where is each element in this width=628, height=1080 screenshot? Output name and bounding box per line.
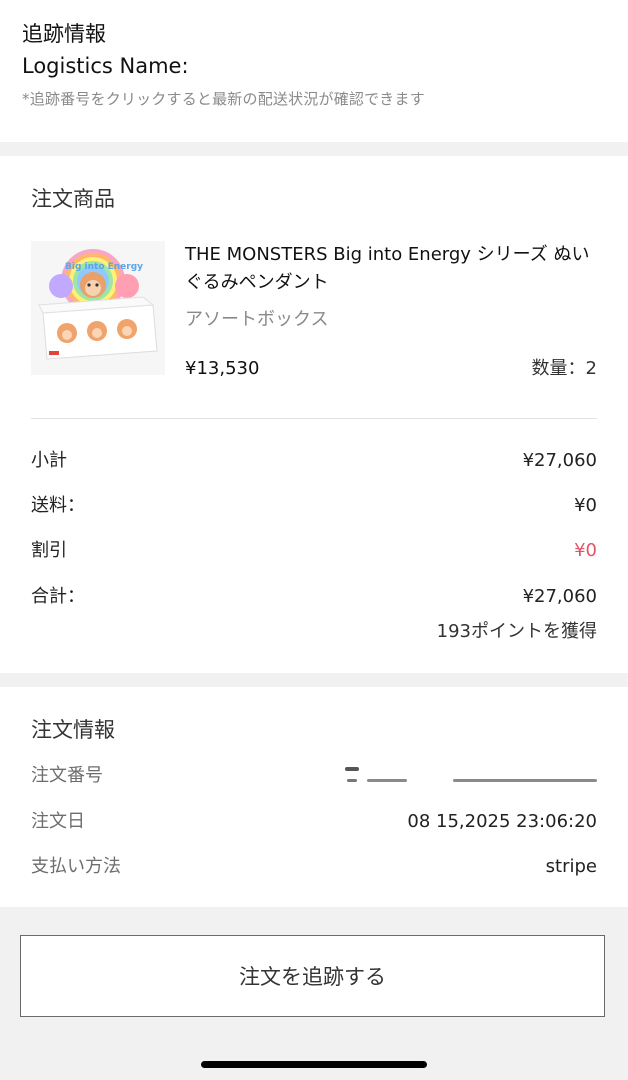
subtotal-value: ¥27,060 bbox=[522, 450, 597, 471]
shipping-value: ¥0 bbox=[574, 495, 597, 516]
summary-divider bbox=[31, 418, 597, 419]
tracking-title: 追跡情報 bbox=[22, 22, 106, 46]
order-date-row: 注文日 08 15,2025 23:06:20 bbox=[31, 808, 597, 836]
discount-label: 割引 bbox=[31, 540, 67, 561]
shipping-row: 送料： ¥0 bbox=[31, 492, 597, 520]
product-quantity: 数量：2 bbox=[531, 358, 597, 379]
products-section-title: 注文商品 bbox=[31, 187, 115, 211]
total-row: 合計： ¥27,060 bbox=[31, 583, 597, 611]
subtotal-label: 小計 bbox=[31, 450, 67, 471]
discount-row: 割引 ¥0 bbox=[31, 537, 597, 565]
product-thumbnail[interactable]: Big into Energy bbox=[31, 241, 165, 375]
product-price: ¥13,530 bbox=[185, 358, 260, 379]
logistics-name-label: Logistics Name: bbox=[22, 54, 189, 78]
home-indicator[interactable] bbox=[201, 1061, 427, 1068]
points-earned: 193ポイントを獲得 bbox=[436, 621, 597, 642]
product-image-icon: Big into Energy bbox=[31, 241, 165, 375]
order-number-label: 注文番号 bbox=[31, 765, 103, 786]
total-value: ¥27,060 bbox=[522, 586, 597, 607]
payment-method-value: stripe bbox=[545, 856, 597, 877]
payment-method-label: 支払い方法 bbox=[31, 856, 121, 877]
subtotal-row: 小計 ¥27,060 bbox=[31, 447, 597, 475]
shipping-label: 送料： bbox=[31, 495, 85, 516]
track-order-button[interactable]: 注文を追跡する bbox=[20, 935, 605, 1017]
order-date-label: 注文日 bbox=[31, 811, 85, 832]
tracking-info-section: 追跡情報 Logistics Name: *追跡番号をクリックすると最新の配送状… bbox=[0, 0, 628, 142]
tracking-note: *追跡番号をクリックすると最新の配送状況が確認できます bbox=[22, 90, 425, 108]
discount-value: ¥0 bbox=[574, 540, 597, 561]
order-detail-page: 追跡情報 Logistics Name: *追跡番号をクリックすると最新の配送状… bbox=[0, 0, 628, 1080]
payment-method-row: 支払い方法 stripe bbox=[31, 853, 597, 881]
order-info-title: 注文情報 bbox=[31, 718, 115, 742]
product-name[interactable]: THE MONSTERS Big into Energy シリーズ ぬいぐるみペ… bbox=[185, 241, 605, 297]
total-label: 合計： bbox=[31, 586, 85, 607]
thumbnail-brand-text: Big into Energy bbox=[65, 262, 143, 272]
order-date-value: 08 15,2025 23:06:20 bbox=[407, 811, 597, 832]
product-variant: アソートボックス bbox=[185, 309, 329, 330]
order-number-redacted bbox=[345, 767, 597, 782]
